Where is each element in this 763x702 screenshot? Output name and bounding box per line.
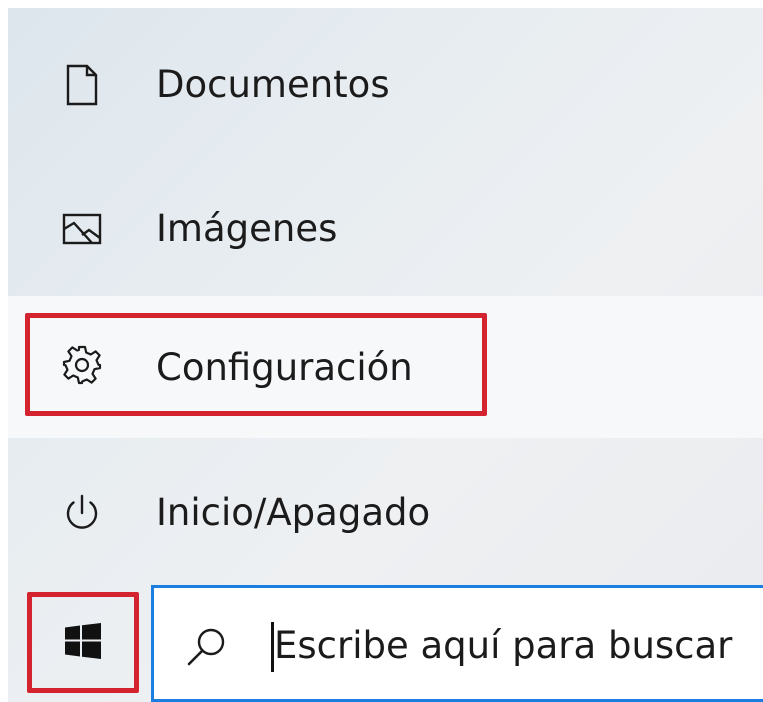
search-box[interactable]: Escribe aquí para buscar [151, 585, 763, 702]
menu-item-inicio-apagado[interactable]: Inicio/Apagado [8, 445, 763, 575]
highlight-box-configuracion [25, 313, 487, 416]
menu-item-label: Inicio/Apagado [156, 491, 431, 534]
document-icon [60, 63, 104, 107]
highlight-box-start [27, 592, 139, 693]
power-icon [60, 491, 104, 535]
menu-item-documentos[interactable]: Documentos [8, 20, 763, 150]
search-icon [184, 625, 228, 669]
search-placeholder[interactable]: Escribe aquí para buscar [274, 624, 732, 667]
menu-item-imagenes[interactable]: Imágenes [8, 163, 763, 293]
menu-item-label: Imágenes [156, 207, 338, 250]
image-icon [60, 207, 104, 251]
menu-item-label: Documentos [156, 63, 390, 106]
